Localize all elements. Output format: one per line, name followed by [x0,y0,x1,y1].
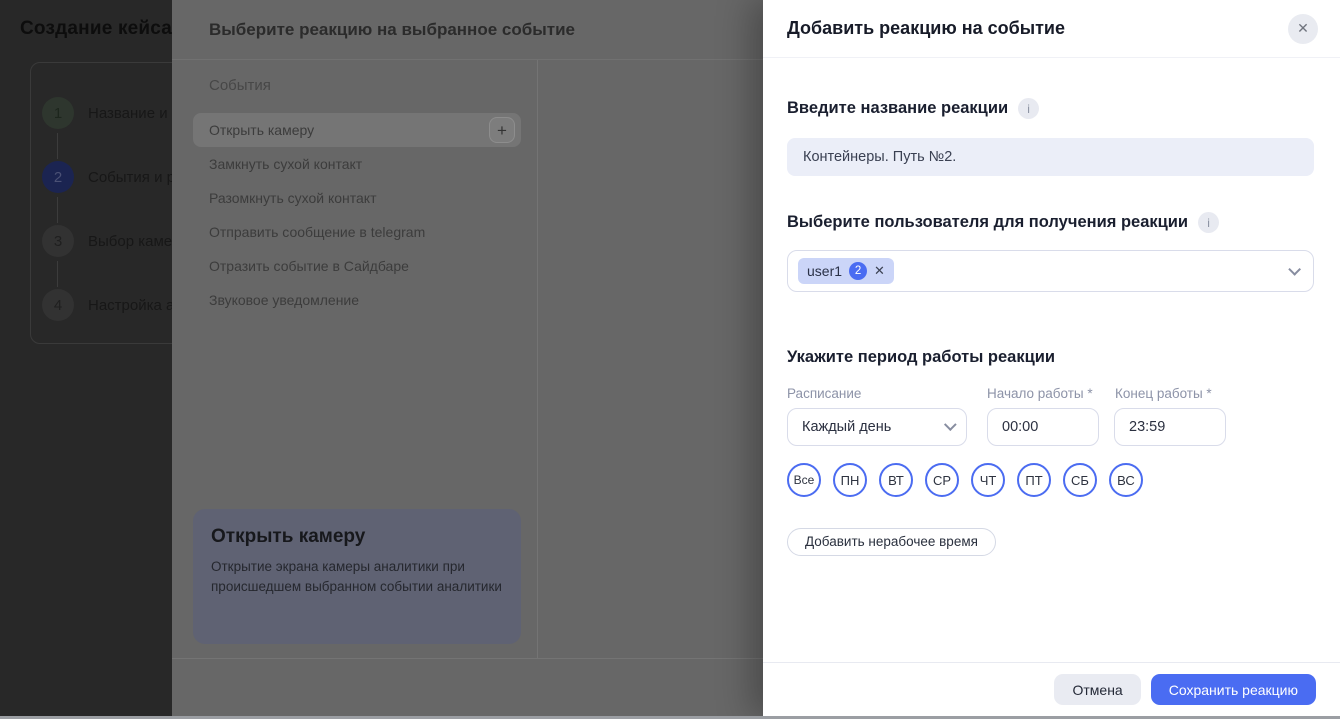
user-chip: user1 2 ✕ [798,258,894,284]
reaction-name-label-row: Введите название реакции i [787,98,1314,119]
event-item-telegram-message[interactable]: Отправить сообщение в telegram [193,215,521,249]
day-toggle-all[interactable]: Все [787,463,821,497]
events-list-header: События [209,77,271,94]
start-time-input[interactable] [987,408,1099,446]
step-connector [57,133,58,159]
save-reaction-button[interactable]: Сохранить реакцию [1151,674,1316,705]
event-card-title: Открыть камеру [211,526,503,548]
end-time-input[interactable] [1114,408,1226,446]
chevron-down-icon [1288,263,1301,276]
add-downtime-button[interactable]: Добавить нерабочее время [787,528,996,556]
cancel-button[interactable]: Отмена [1054,674,1140,705]
start-time-label: Начало работы * [987,386,1115,401]
dialog-title: Выберите реакцию на выбранное событие [209,20,575,40]
end-time-label: Конец работы * [1115,386,1235,401]
events-list: Открыть камеру + Замкнуть сухой контакт … [193,113,521,317]
step-2-label: События и р [88,169,175,186]
period-section-label: Укажите период работы реакции [787,348,1055,367]
stepper-step-1[interactable]: 1 Название и в [42,97,180,129]
modal-body: Введите название реакции i Выберите поль… [763,98,1340,556]
close-button[interactable]: ✕ [1288,14,1318,44]
day-toggle-tue[interactable]: ВТ [879,463,913,497]
schedule-select-value: Каждый день [802,419,891,435]
day-toggle-mon[interactable]: ПН [833,463,867,497]
day-toggle-fri[interactable]: ПТ [1017,463,1051,497]
step-connector [57,261,58,287]
user-select[interactable]: user1 2 ✕ [787,250,1314,292]
modal-header: Добавить реакцию на событие ✕ [763,0,1340,58]
step-4-indicator: 4 [42,289,74,321]
reaction-name-input[interactable] [787,138,1314,176]
day-toggle-thu[interactable]: ЧТ [971,463,1005,497]
info-icon[interactable]: i [1018,98,1039,119]
day-toggle-sat[interactable]: СБ [1063,463,1097,497]
stepper-step-4[interactable]: 4 Настройка а [42,289,174,321]
remove-user-icon[interactable]: ✕ [874,263,885,279]
modal-title: Добавить реакцию на событие [787,18,1065,39]
stepper-step-2[interactable]: 2 События и р [42,161,175,193]
event-description-card: Открыть камеру Открытие экрана камеры ан… [193,509,521,644]
step-1-label: Название и в [88,105,180,122]
select-reaction-dialog: Выберите реакцию на выбранное событие Со… [172,0,763,719]
step-3-indicator: 3 [42,225,74,257]
info-icon[interactable]: i [1198,212,1219,233]
step-4-label: Настройка а [88,297,174,314]
day-toggle-wed[interactable]: СР [925,463,959,497]
page-title: Создание кейса [20,18,172,40]
dialog-divider [537,60,538,658]
schedule-field-labels: Расписание Начало работы * Конец работы … [787,386,1314,401]
step-3-label: Выбор камер [88,233,180,250]
dialog-footer-divider [172,658,763,659]
step-2-indicator: 2 [42,161,74,193]
chevron-down-icon [944,418,957,431]
event-item-sound-notification[interactable]: Звуковое уведомление [193,283,521,317]
event-item-open-dry-contact[interactable]: Разомкнуть сухой контакт [193,181,521,215]
plus-icon: + [497,121,507,140]
reaction-name-label: Введите название реакции [787,99,1008,118]
screen: Создание кейса 1 Название и в 2 События … [0,0,1340,719]
schedule-controls-row: Каждый день [787,408,1314,446]
event-item-close-dry-contact[interactable]: Замкнуть сухой контакт [193,147,521,181]
schedule-select[interactable]: Каждый день [787,408,967,446]
add-reaction-modal: Добавить реакцию на событие ✕ Введите на… [763,0,1340,716]
event-item-open-camera[interactable]: Открыть камеру + [193,113,521,147]
event-item-label: Открыть камеру [209,122,314,138]
user-select-label-row: Выберите пользователя для получения реак… [787,212,1314,233]
dialog-header: Выберите реакцию на выбранное событие [172,0,763,60]
stepper-step-3[interactable]: 3 Выбор камер [42,225,180,257]
event-card-description: Открытие экрана камеры аналитики при про… [211,557,503,596]
add-event-button[interactable]: + [489,117,515,143]
user-chip-name: user1 [807,263,842,279]
schedule-label: Расписание [787,386,987,401]
close-icon: ✕ [1297,20,1309,37]
user-chip-count-badge: 2 [849,262,867,280]
user-select-label: Выберите пользователя для получения реак… [787,213,1188,232]
modal-footer: Отмена Сохранить реакцию [763,662,1340,716]
weekday-toggles: Все ПН ВТ СР ЧТ ПТ СБ ВС [787,463,1314,497]
day-toggle-sun[interactable]: ВС [1109,463,1143,497]
event-item-sidebar-event[interactable]: Отразить событие в Сайдбаре [193,249,521,283]
period-heading-row: Укажите период работы реакции [787,348,1314,367]
step-connector [57,197,58,223]
step-1-indicator: 1 [42,97,74,129]
